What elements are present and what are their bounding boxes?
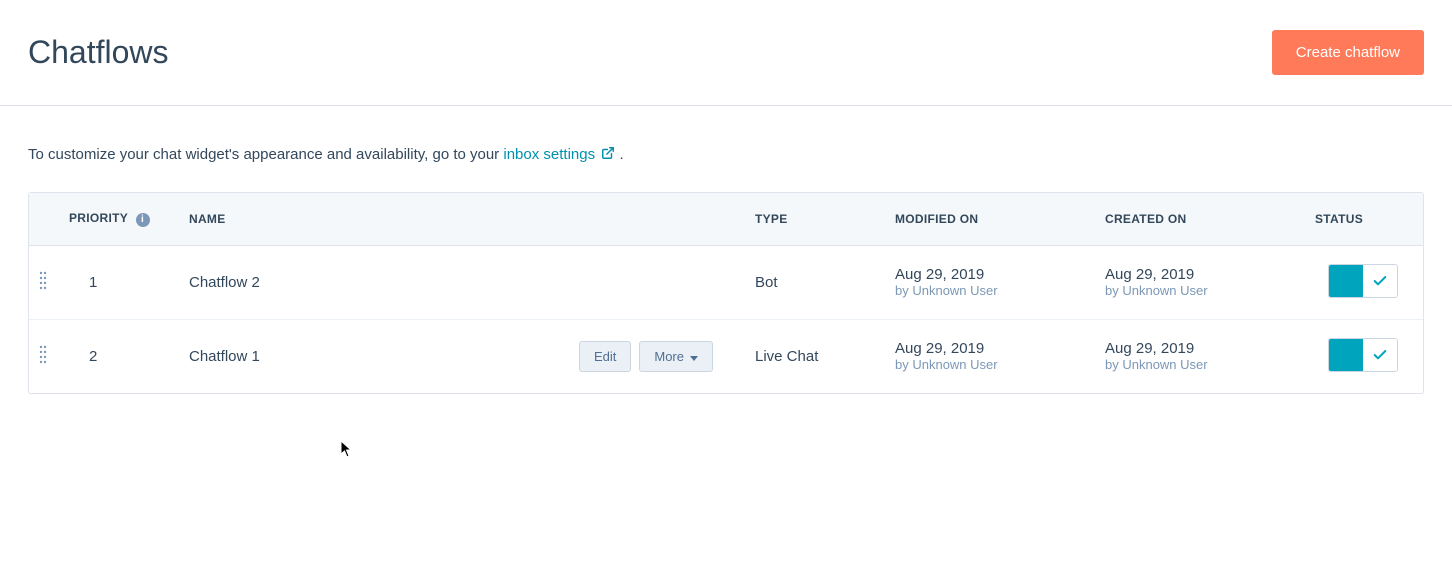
name-cell[interactable]: Chatflow 1 (177, 320, 563, 393)
col-header-actions (563, 193, 743, 246)
status-cell (1303, 320, 1423, 393)
created-by: by Unknown User (1105, 283, 1291, 298)
created-cell: Aug 29, 2019by Unknown User (1093, 246, 1303, 320)
caret-down-icon (690, 349, 698, 364)
created-date: Aug 29, 2019 (1105, 266, 1291, 283)
toggle-on-half (1329, 265, 1363, 297)
table-row: 1Chatflow 2BotAug 29, 2019by Unknown Use… (29, 246, 1423, 320)
modified-cell: Aug 29, 2019by Unknown User (883, 320, 1093, 393)
name-cell[interactable]: Chatflow 2 (177, 246, 563, 320)
col-header-name: NAME (177, 193, 563, 246)
actions-cell: Edit More (563, 320, 743, 393)
status-toggle[interactable] (1328, 338, 1398, 372)
toggle-off-half (1363, 265, 1397, 297)
created-by: by Unknown User (1105, 357, 1291, 372)
col-header-handle (29, 193, 57, 246)
toggle-off-half (1363, 339, 1397, 371)
col-header-status: STATUS (1303, 193, 1423, 246)
customize-hint: To customize your chat widget's appearan… (28, 146, 1424, 164)
drag-handle-cell (29, 246, 57, 320)
edit-button[interactable]: Edit (579, 341, 631, 372)
col-header-type: TYPE (743, 193, 883, 246)
modified-date: Aug 29, 2019 (895, 340, 1081, 357)
col-header-priority-label: PRIORITY (69, 211, 128, 225)
create-chatflow-button[interactable]: Create chatflow (1272, 30, 1424, 75)
priority-cell: 2 (57, 320, 177, 393)
col-header-created: CREATED ON (1093, 193, 1303, 246)
chatflows-table: PRIORITY i NAME TYPE MODIFIED ON CREATED… (28, 192, 1424, 394)
status-cell (1303, 246, 1423, 320)
modified-by: by Unknown User (895, 357, 1081, 372)
more-button[interactable]: More (639, 341, 713, 372)
info-icon[interactable]: i (136, 213, 150, 227)
created-cell: Aug 29, 2019by Unknown User (1093, 320, 1303, 393)
actions-cell (563, 246, 743, 320)
hint-suffix: . (619, 146, 623, 163)
col-header-priority: PRIORITY i (57, 193, 177, 246)
more-button-label: More (654, 349, 684, 364)
hint-prefix: To customize your chat widget's appearan… (28, 146, 503, 163)
status-toggle[interactable] (1328, 264, 1398, 298)
toggle-on-half (1329, 339, 1363, 371)
table-row: 2Chatflow 1EditMoreLive ChatAug 29, 2019… (29, 320, 1423, 393)
modified-date: Aug 29, 2019 (895, 266, 1081, 283)
inbox-settings-link[interactable]: inbox settings (503, 146, 619, 163)
inbox-settings-link-text: inbox settings (503, 146, 595, 163)
drag-handle-icon[interactable] (39, 277, 47, 294)
drag-handle-cell (29, 320, 57, 393)
mouse-cursor-icon (340, 440, 354, 463)
col-header-modified: MODIFIED ON (883, 193, 1093, 246)
type-cell: Live Chat (743, 320, 883, 393)
modified-cell: Aug 29, 2019by Unknown User (883, 246, 1093, 320)
external-link-icon (601, 146, 615, 164)
modified-by: by Unknown User (895, 283, 1081, 298)
created-date: Aug 29, 2019 (1105, 340, 1291, 357)
type-cell: Bot (743, 246, 883, 320)
table-header-row: PRIORITY i NAME TYPE MODIFIED ON CREATED… (29, 193, 1423, 246)
page-header: Chatflows Create chatflow (0, 0, 1452, 105)
page-title: Chatflows (28, 34, 169, 71)
checkmark-icon (1372, 347, 1388, 363)
checkmark-icon (1372, 273, 1388, 289)
priority-cell: 1 (57, 246, 177, 320)
content-area: To customize your chat widget's appearan… (0, 106, 1452, 422)
drag-handle-icon[interactable] (39, 351, 47, 368)
